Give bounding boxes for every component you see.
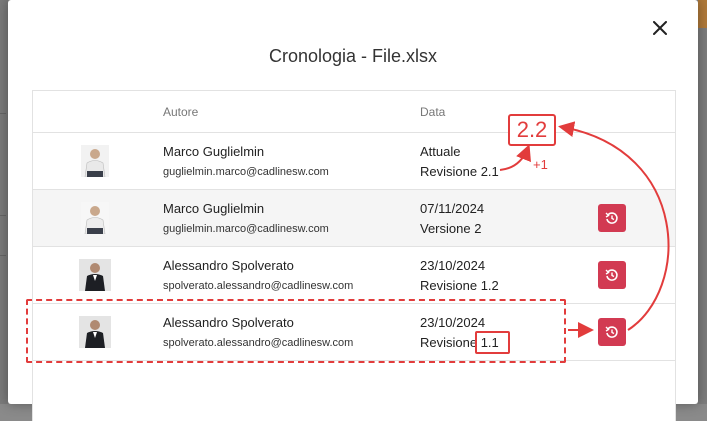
author-email: spolverato.alessandro@cadlinesw.com [163, 280, 354, 292]
version-date: 23/10/2024 [420, 258, 486, 273]
table-row[interactable]: Marco Guglielmin guglielmin.marco@cadlin… [33, 133, 675, 190]
author-name: Alessandro Spolverato [163, 258, 294, 273]
version-date: 07/11/2024 [420, 201, 485, 216]
author-email: guglielmin.marco@cadlinesw.com [163, 166, 329, 178]
table-row[interactable]: Alessandro Spolverato spolverato.alessan… [33, 247, 675, 304]
table-row[interactable]: Marco Guglielmin guglielmin.marco@cadlin… [33, 190, 675, 247]
version-number-highlight [475, 331, 510, 354]
version-label: Revisione 2.1 [420, 164, 499, 179]
restore-icon [605, 212, 618, 224]
header-date: Data [420, 105, 446, 119]
backdrop-left [0, 0, 8, 404]
restore-icon [605, 269, 618, 281]
close-icon [653, 21, 667, 35]
table-header: Autore Data [33, 91, 675, 133]
author-email: guglielmin.marco@cadlinesw.com [163, 223, 329, 235]
dialog-title: Cronologia - File.xlsx [268, 46, 438, 66]
avatar [79, 259, 111, 291]
avatar [79, 145, 111, 177]
author-name: Marco Guglielmin [163, 201, 265, 216]
backdrop-right [698, 0, 707, 404]
version-label: Revisione 1.2 [420, 278, 499, 293]
avatar [79, 202, 111, 234]
version-date: Attuale [420, 144, 461, 159]
history-table: Autore Data Marco Guglielmin guglielmin.… [32, 90, 676, 421]
backdrop-fragment [0, 255, 6, 256]
restore-icon [605, 326, 618, 338]
backdrop-fragment [0, 215, 6, 216]
restore-version-button[interactable] [598, 318, 626, 346]
restore-version-button[interactable] [598, 261, 626, 289]
backdrop-fragment [0, 113, 6, 114]
close-button[interactable] [648, 16, 672, 40]
new-version-callout: 2.2 [508, 114, 556, 146]
backdrop-accent [698, 0, 707, 28]
restore-version-button[interactable] [598, 204, 626, 232]
version-label: Versione 2 [420, 221, 482, 236]
increment-label: +1 [533, 157, 548, 172]
author-name: Marco Guglielmin [163, 144, 265, 159]
header-author: Autore [163, 105, 199, 119]
